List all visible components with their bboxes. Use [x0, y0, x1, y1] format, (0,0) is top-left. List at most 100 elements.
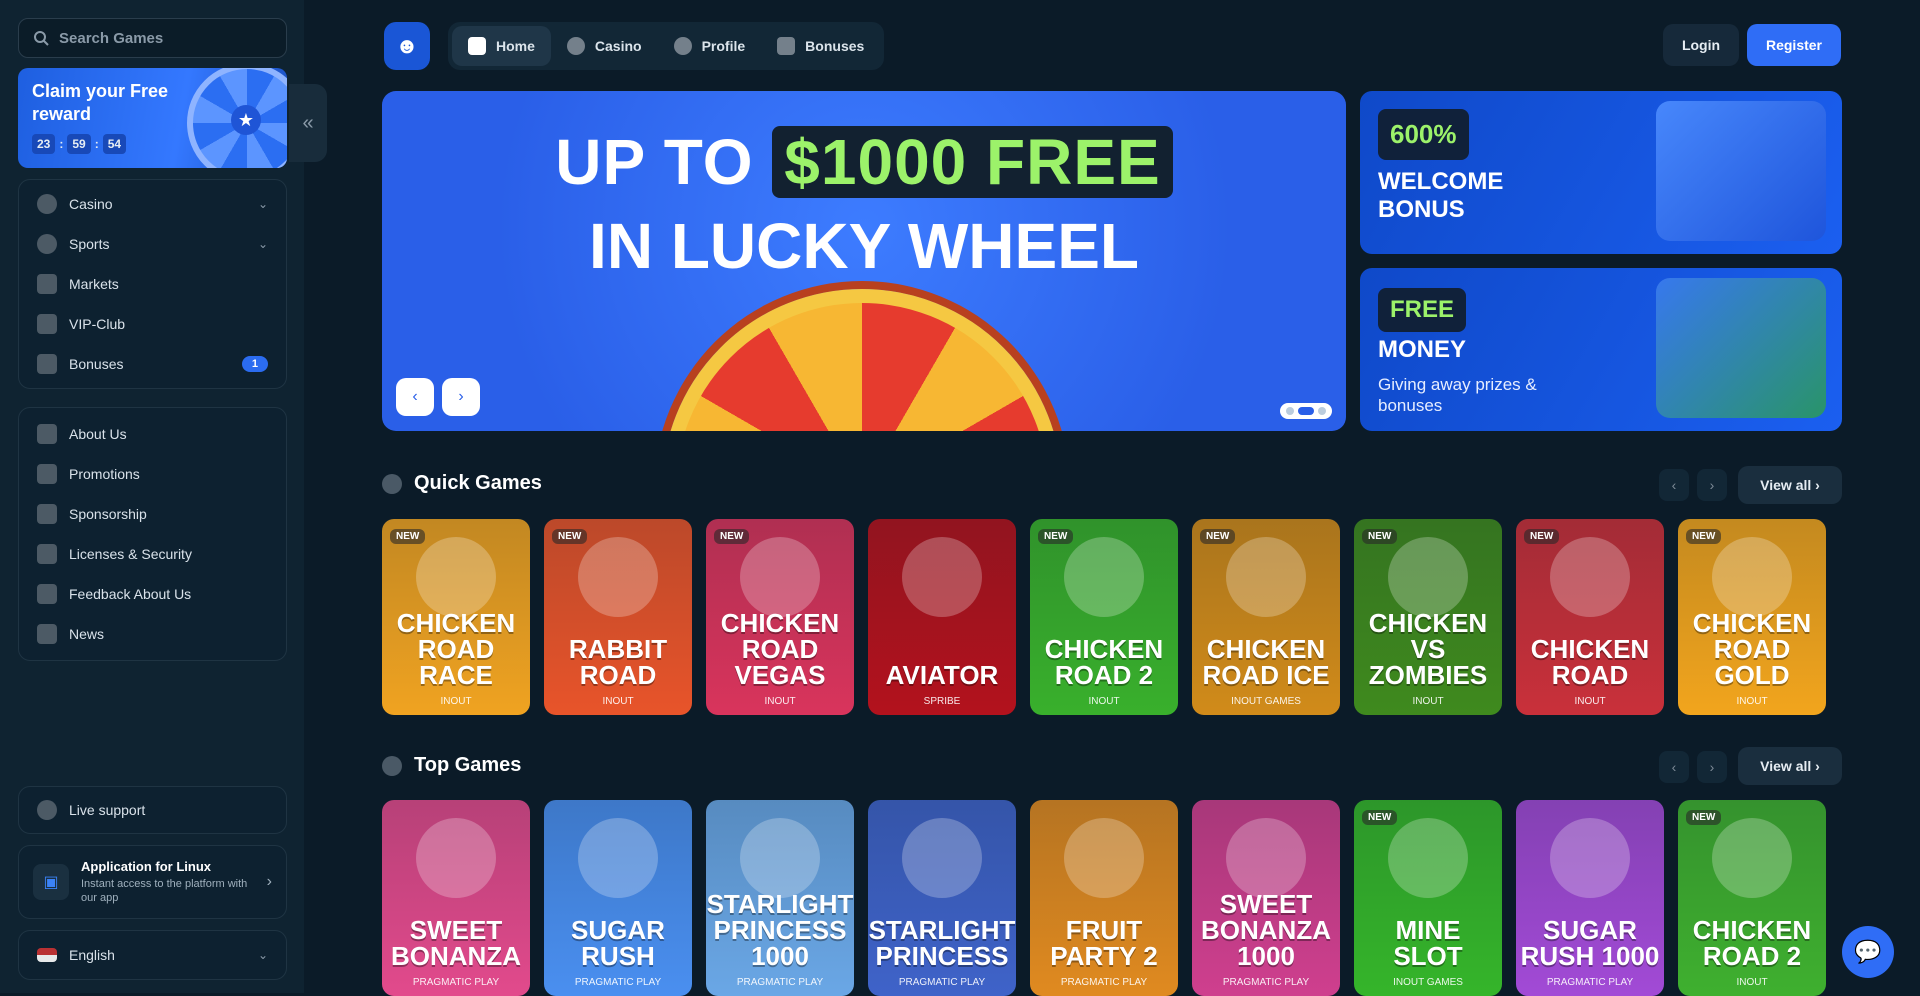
game-title: CHICKEN ROAD GOLD — [1692, 608, 1812, 690]
tab-profile[interactable]: Profile — [658, 26, 762, 66]
game-title: MINE SLOT — [1393, 915, 1463, 971]
double-chevron-left-icon: « — [302, 111, 314, 134]
app-subtitle: Instant access to the platform with our … — [81, 878, 248, 904]
chat-button[interactable]: 💬 — [1842, 926, 1894, 978]
search-input[interactable]: Search Games — [18, 18, 287, 58]
casino-icon — [566, 37, 585, 55]
game-card[interactable]: STARLIGHT PRINCESS PRAGMATIC PLAY — [868, 800, 1016, 996]
new-badge: NEW — [1524, 529, 1560, 544]
game-provider: INOUT — [602, 696, 634, 707]
lucky-wheel-image — [662, 289, 1062, 431]
menu-item-sponsorship[interactable]: Sponsorship — [19, 494, 286, 534]
promo-title: WELCOME BONUS — [1378, 168, 1504, 223]
game-card[interactable]: SUGAR RUSH PRAGMATIC PLAY — [544, 800, 692, 996]
ticket-icon — [37, 464, 57, 484]
chevron-right-icon: › — [1709, 477, 1715, 493]
quick-view-all-button[interactable]: View all › — [1738, 466, 1842, 504]
game-card[interactable]: NEW CHICKEN ROAD GOLD INOUT — [1678, 519, 1826, 715]
game-title: AVIATOR — [885, 660, 999, 690]
linux-app-banner[interactable]: ▣ Application for Linux Instant access t… — [18, 845, 287, 919]
tab-casino[interactable]: Casino — [551, 26, 658, 66]
menu-item-markets[interactable]: Markets — [19, 264, 286, 304]
game-title: RABBIT ROAD — [568, 634, 668, 690]
chevron-down-icon: ⌄ — [257, 237, 268, 251]
new-badge: NEW — [1686, 810, 1722, 825]
tab-bonuses[interactable]: Bonuses — [761, 26, 880, 66]
game-card[interactable]: NEW CHICKEN ROAD RACE INOUT — [382, 519, 530, 715]
game-card[interactable]: FRUIT PARTY 2 PRAGMATIC PLAY — [1030, 800, 1178, 996]
crown-icon — [37, 314, 57, 334]
quick-next-button[interactable]: › — [1697, 469, 1727, 501]
new-badge: NEW — [714, 529, 750, 544]
menu-item-about[interactable]: About Us — [19, 414, 286, 454]
game-art-image — [1712, 537, 1792, 617]
flag-us-icon — [37, 948, 57, 962]
menu-item-promotions[interactable]: Promotions — [19, 454, 286, 494]
new-badge: NEW — [1362, 529, 1398, 544]
game-card[interactable]: SWEET BONANZA 1000 PRAGMATIC PLAY — [1192, 800, 1340, 996]
carousel-dots[interactable] — [1280, 403, 1332, 419]
hero-banner[interactable]: UP TO $1000 FREE IN LUCKY WHEEL ‹ › — [382, 91, 1346, 431]
promo-welcome-bonus[interactable]: 600% WELCOME BONUS — [1360, 91, 1842, 254]
game-art-image — [1712, 818, 1792, 898]
wheel-icon — [187, 68, 287, 168]
game-provider: PRAGMATIC PLAY — [574, 977, 662, 988]
reward-title: Claim your Free reward — [32, 81, 169, 124]
collapse-sidebar-button[interactable]: « — [289, 84, 327, 162]
mascot-icon: ☻ — [395, 33, 419, 58]
top-games-title: Top Games — [382, 754, 521, 777]
game-provider: INOUT — [764, 696, 796, 707]
fire-icon — [382, 755, 402, 776]
promo-free-money[interactable]: FREE MONEY Giving away prizes & bonuses — [1360, 268, 1842, 431]
site-logo[interactable]: ☻ — [384, 22, 430, 70]
menu-item-casino[interactable]: Casino ⌄ — [19, 184, 286, 224]
timer-seconds: 54 — [102, 134, 127, 154]
menu-item-feedback[interactable]: Feedback About Us — [19, 574, 286, 614]
hero-prev-button[interactable]: ‹ — [396, 378, 434, 416]
quick-prev-button[interactable]: ‹ — [1659, 469, 1689, 501]
free-reward-banner[interactable]: Claim your Free reward 23: 59: 54 — [18, 68, 287, 168]
chevron-right-icon: › — [1709, 759, 1715, 775]
top-next-button[interactable]: › — [1697, 751, 1727, 783]
game-card[interactable]: NEW CHICKEN ROAD ICE INOUT GAMES — [1192, 519, 1340, 715]
casino-icon — [37, 194, 57, 214]
game-card[interactable]: NEW CHICKEN ROAD VEGAS INOUT — [706, 519, 854, 715]
menu-item-bonuses[interactable]: Bonuses 1 — [19, 344, 286, 384]
new-badge: NEW — [390, 529, 426, 544]
game-title: SWEET BONANZA 1000 — [1201, 889, 1331, 971]
globe-icon — [37, 234, 57, 254]
live-support-button[interactable]: Live support — [18, 786, 287, 834]
game-card[interactable]: NEW CHICKEN ROAD 2 INOUT — [1678, 800, 1826, 996]
game-card[interactable]: STARLIGHT PRINCESS 1000 PRAGMATIC PLAY — [706, 800, 854, 996]
game-card[interactable]: NEW CHICKEN ROAD INOUT — [1516, 519, 1664, 715]
top-view-all-button[interactable]: View all › — [1738, 747, 1842, 785]
hero-next-button[interactable]: › — [442, 378, 480, 416]
game-card[interactable]: SWEET BONANZA PRAGMATIC PLAY — [382, 800, 530, 996]
game-title: CHICKEN ROAD 2 — [1692, 915, 1812, 971]
game-card[interactable]: SUGAR RUSH 1000 PRAGMATIC PLAY — [1516, 800, 1664, 996]
menu-item-news[interactable]: News — [19, 614, 286, 654]
top-prev-button[interactable]: ‹ — [1659, 751, 1689, 783]
gift-icon — [37, 354, 57, 374]
monitor-icon: ▣ — [33, 864, 69, 900]
game-art-image — [1388, 537, 1468, 617]
game-card[interactable]: NEW RABBIT ROAD INOUT — [544, 519, 692, 715]
safe-image — [1656, 278, 1826, 418]
tab-home[interactable]: Home — [452, 26, 551, 66]
menu-item-vip[interactable]: VIP-Club — [19, 304, 286, 344]
game-card[interactable]: NEW CHICKEN VS ZOMBIES INOUT — [1354, 519, 1502, 715]
login-button[interactable]: Login — [1663, 24, 1739, 66]
game-art-image — [740, 537, 820, 617]
game-card[interactable]: NEW MINE SLOT INOUT GAMES — [1354, 800, 1502, 996]
chevron-down-icon: ⌄ — [257, 948, 268, 962]
game-card[interactable]: AVIATOR SPRIBE — [868, 519, 1016, 715]
menu-item-sports[interactable]: Sports ⌄ — [19, 224, 286, 264]
game-title: SUGAR RUSH — [571, 915, 665, 971]
hero-line2: IN LUCKY WHEEL — [589, 210, 1139, 282]
game-title: STARLIGHT PRINCESS — [868, 915, 1016, 971]
game-title: STARLIGHT PRINCESS 1000 — [706, 889, 854, 971]
game-card[interactable]: NEW CHICKEN ROAD 2 INOUT — [1030, 519, 1178, 715]
language-select[interactable]: English ⌄ — [18, 930, 287, 980]
register-button[interactable]: Register — [1747, 24, 1841, 66]
menu-item-licenses[interactable]: Licenses & Security — [19, 534, 286, 574]
